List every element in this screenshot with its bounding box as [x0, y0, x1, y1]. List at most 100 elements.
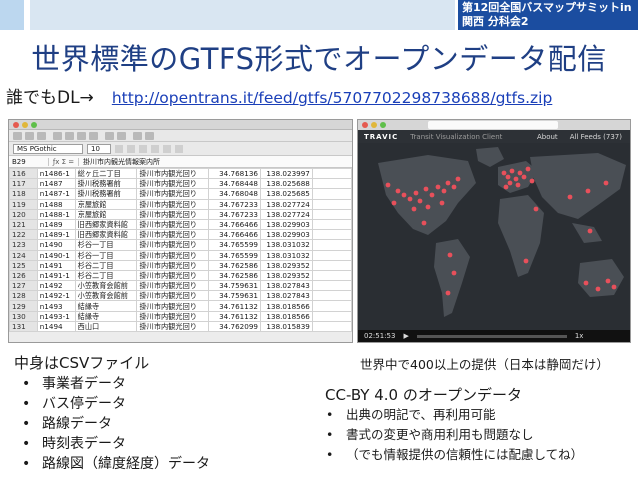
table-cell[interactable]: 掛川市内観光回り — [136, 229, 210, 241]
table-cell[interactable]: 掛川市内観光回り — [136, 290, 210, 302]
table-row[interactable]: 125 n1491 杉谷二丁目 掛川市内観光回り 34.762586 138.029352 — [9, 259, 352, 271]
paste-icon[interactable] — [89, 132, 98, 140]
table-cell[interactable]: n1488-1 — [36, 208, 76, 220]
table-cell[interactable]: 掛川市内観光回り — [136, 269, 210, 282]
row-number[interactable]: 131 — [9, 320, 38, 333]
row-number[interactable]: 124 — [9, 249, 38, 261]
bold-icon[interactable] — [115, 144, 123, 153]
formula-input[interactable]: 掛川市内観光情報案内所 — [79, 157, 160, 167]
formula-fx-icon[interactable]: ƒx Σ = — [49, 157, 79, 166]
align-center-icon[interactable] — [163, 144, 171, 153]
table-row[interactable]: 131 n1494 西山口 掛川市内観光回り 34.762099 138.015839 — [9, 320, 352, 333]
table-cell[interactable] — [311, 239, 352, 251]
nav-about[interactable]: About — [537, 133, 558, 141]
table-row[interactable]: 117 n1487 掛川税務署前 掛川市内観光回り 34.768448 138.02568… — [9, 178, 352, 190]
table-cell[interactable] — [311, 178, 352, 190]
row-number[interactable]: 116 — [9, 167, 38, 180]
table-cell[interactable] — [311, 290, 352, 302]
row-number[interactable]: 127 — [9, 280, 38, 292]
row-number[interactable]: 120 — [9, 208, 38, 220]
align-right-icon[interactable] — [175, 144, 183, 153]
table-cell[interactable]: 34.766466 — [208, 218, 261, 231]
table-cell[interactable]: n1488 — [36, 198, 76, 210]
table-cell[interactable]: 34.761132 — [208, 300, 261, 312]
table-cell[interactable]: 掛川市内観光回り — [136, 208, 210, 220]
open-file-icon[interactable] — [25, 132, 34, 140]
table-cell[interactable]: 杉谷一丁目 — [74, 239, 138, 251]
table-cell[interactable]: n1492-1 — [36, 290, 76, 302]
table-cell[interactable]: 掛川市内観光回り — [136, 249, 210, 261]
table-cell[interactable]: 34.765599 — [208, 239, 261, 251]
table-cell[interactable]: 杉谷一丁目 — [74, 249, 138, 261]
speed-readout[interactable]: 1x — [575, 332, 584, 340]
table-row[interactable]: 130 n1493-1 結縁寺 掛川市内観光回り 34.761132 138.018566 — [9, 310, 352, 322]
table-row[interactable]: 122 n1489-1 旧西郷家資料館 掛川市内観光回り 34.766466 138.02… — [9, 229, 352, 241]
play-icon[interactable]: ▶ — [403, 332, 408, 340]
row-number[interactable]: 118 — [9, 188, 38, 200]
table-cell[interactable]: 138.029903 — [259, 229, 313, 241]
table-cell[interactable]: 結縁寺 — [74, 310, 138, 322]
table-cell[interactable] — [311, 269, 352, 282]
table-cell[interactable]: 掛川税務署前 — [74, 188, 138, 200]
print-icon[interactable] — [53, 132, 62, 140]
table-cell[interactable]: 34.759631 — [208, 280, 261, 292]
table-row[interactable]: 127 n1492 小笠教育会館前 掛川市内観光回り 34.759631 138.0278… — [9, 280, 352, 292]
table-cell[interactable]: 掛川市内観光回り — [136, 167, 210, 180]
new-file-icon[interactable] — [13, 132, 22, 140]
sort-icon[interactable] — [133, 132, 142, 140]
table-cell[interactable]: 138.027724 — [259, 208, 313, 220]
table-row[interactable]: 119 n1488 京屋旅館 掛川市内観光回り 34.767233 138.027724 — [9, 198, 352, 210]
table-cell[interactable]: 34.768136 — [208, 167, 261, 180]
table-cell[interactable]: 138.027843 — [259, 290, 313, 302]
row-number[interactable]: 126 — [9, 269, 38, 282]
table-cell[interactable]: 138.025688 — [259, 178, 313, 190]
table-cell[interactable]: n1489-1 — [36, 229, 76, 241]
row-number[interactable]: 129 — [9, 300, 38, 312]
table-cell[interactable] — [311, 320, 352, 333]
table-cell[interactable]: 掛川市内観光回り — [136, 259, 210, 271]
table-cell[interactable]: n1493-1 — [36, 310, 76, 322]
table-row[interactable]: 121 n1489 旧西郷家資料館 掛川市内観光回り 34.766466 138.0299… — [9, 218, 352, 231]
cell-reference[interactable]: B29 — [9, 157, 49, 166]
table-cell[interactable] — [311, 229, 352, 241]
table-cell[interactable]: 小笠教育会館前 — [74, 280, 138, 292]
table-cell[interactable]: 34.762586 — [208, 269, 261, 282]
table-cell[interactable]: n1487 — [36, 178, 76, 190]
table-cell[interactable]: 34.767233 — [208, 198, 261, 210]
address-bar[interactable] — [428, 121, 558, 129]
chart-icon[interactable] — [145, 132, 154, 140]
table-row[interactable]: 123 n1490 杉谷一丁目 掛川市内観光回り 34.765599 138.031032 — [9, 239, 352, 251]
table-cell[interactable]: n1489 — [36, 218, 76, 231]
redo-icon[interactable] — [117, 132, 126, 140]
table-cell[interactable]: 138.018566 — [259, 310, 313, 322]
font-name-select[interactable]: MS PGothic — [13, 143, 83, 154]
table-cell[interactable]: 138.029352 — [259, 269, 313, 282]
table-cell[interactable]: 杉谷二丁目 — [74, 259, 138, 271]
table-cell[interactable]: 旧西郷家資料館 — [74, 218, 138, 231]
minimize-dot-icon[interactable] — [371, 122, 377, 128]
table-row[interactable]: 129 n1493 結縁寺 掛川市内観光回り 34.761132 138.018566 — [9, 300, 352, 312]
table-row[interactable]: 120 n1488-1 京屋旅館 掛川市内観光回り 34.767233 138.02772… — [9, 208, 352, 220]
world-map[interactable] — [358, 143, 631, 333]
close-dot-icon[interactable] — [362, 122, 368, 128]
table-cell[interactable]: 総ヶ丘二丁目 — [74, 167, 138, 180]
align-left-icon[interactable] — [151, 144, 159, 153]
save-icon[interactable] — [37, 132, 46, 140]
table-cell[interactable]: n1493 — [36, 300, 76, 312]
table-cell[interactable]: 掛川市内観光回り — [136, 218, 210, 231]
table-cell[interactable]: 掛川市内観光回り — [136, 188, 210, 200]
row-number[interactable]: 125 — [9, 259, 38, 271]
table-cell[interactable]: 138.025685 — [259, 188, 313, 200]
table-cell[interactable]: 掛川市内観光回り — [136, 320, 210, 333]
table-cell[interactable]: n1492 — [36, 280, 76, 292]
table-cell[interactable]: 34.766466 — [208, 229, 261, 241]
table-cell[interactable]: 掛川市内観光回り — [136, 198, 210, 210]
table-cell[interactable] — [311, 188, 352, 200]
table-row[interactable]: 126 n1491-1 杉谷二丁目 掛川市内観光回り 34.762586 138.0293… — [9, 269, 352, 282]
table-cell[interactable] — [311, 280, 352, 292]
minimize-dot-icon[interactable] — [22, 122, 28, 128]
row-number[interactable]: 128 — [9, 290, 38, 302]
undo-icon[interactable] — [105, 132, 114, 140]
table-row[interactable]: 116 n1486-1 総ヶ丘二丁目 掛川市内観光回り 34.768136 138.023… — [9, 167, 352, 180]
table-cell[interactable]: 結縁寺 — [74, 300, 138, 312]
